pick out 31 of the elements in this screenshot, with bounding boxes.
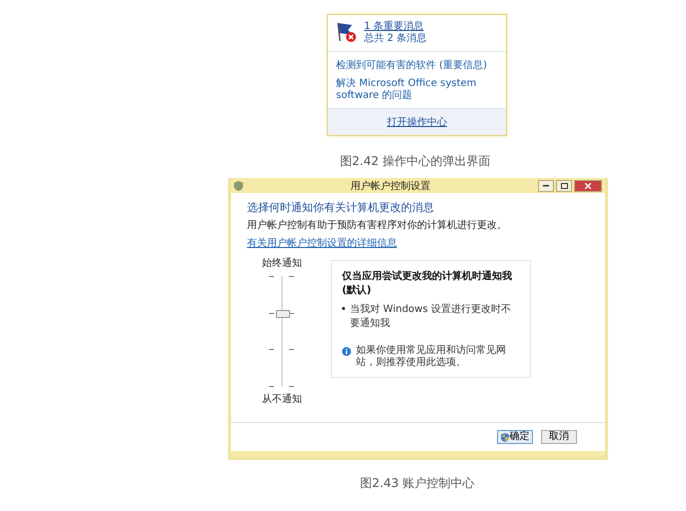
message-link[interactable]: 检测到可能有害的软件 (重要信息) (336, 60, 498, 72)
figure-caption: 图2.42 操作中心的弹出界面 (340, 154, 492, 168)
close-icon (585, 182, 591, 188)
message-link[interactable]: 解决 Microsoft Office system software 的问题 (336, 78, 498, 102)
shield-icon (234, 180, 243, 190)
ok-button[interactable]: 确定 (497, 430, 533, 444)
description-text: 用户帐户控制有助于预防有害程序对你的计算机进行更改。 (247, 220, 508, 231)
window-title: 用户帐户控制设置 (350, 180, 432, 192)
figure-caption: 图2.43 账户控制中心 (360, 476, 476, 490)
bullet-icon (342, 307, 345, 310)
panel-title: 仅当应用尝试更改我的计算机时通知我(默认) (342, 269, 513, 297)
close-button[interactable] (574, 180, 602, 192)
slider-bottom-label: 从不通知 (262, 392, 302, 406)
popup-title[interactable]: 1 条重要消息 (364, 21, 427, 33)
maximize-button[interactable] (556, 180, 572, 192)
shield-icon (500, 432, 508, 442)
bullet-text: 当我对 Windows 设置进行更改时不要通知我 (350, 302, 512, 330)
minimize-button[interactable] (538, 180, 554, 192)
cancel-button[interactable]: 取消 (541, 430, 577, 444)
minimize-icon (543, 184, 549, 186)
flag-error-icon (336, 21, 358, 43)
info-icon (342, 347, 351, 356)
help-link[interactable]: 有关用户帐户控制设置的详细信息 (247, 238, 397, 249)
popup-subtitle: 总共 2 条消息 (364, 33, 427, 45)
dialog-heading: 选择何时通知你有关计算机更改的消息 (247, 200, 435, 215)
open-action-center-link[interactable]: 打开操作中心 (328, 108, 506, 135)
slider-thumb[interactable] (276, 310, 290, 318)
notification-slider[interactable] (267, 276, 297, 386)
maximize-icon (560, 182, 568, 188)
slider-top-label: 始终通知 (262, 256, 302, 270)
note-text: 如果你使用常见应用和访问常见网站，则推荐使用此选项。 (356, 345, 507, 369)
